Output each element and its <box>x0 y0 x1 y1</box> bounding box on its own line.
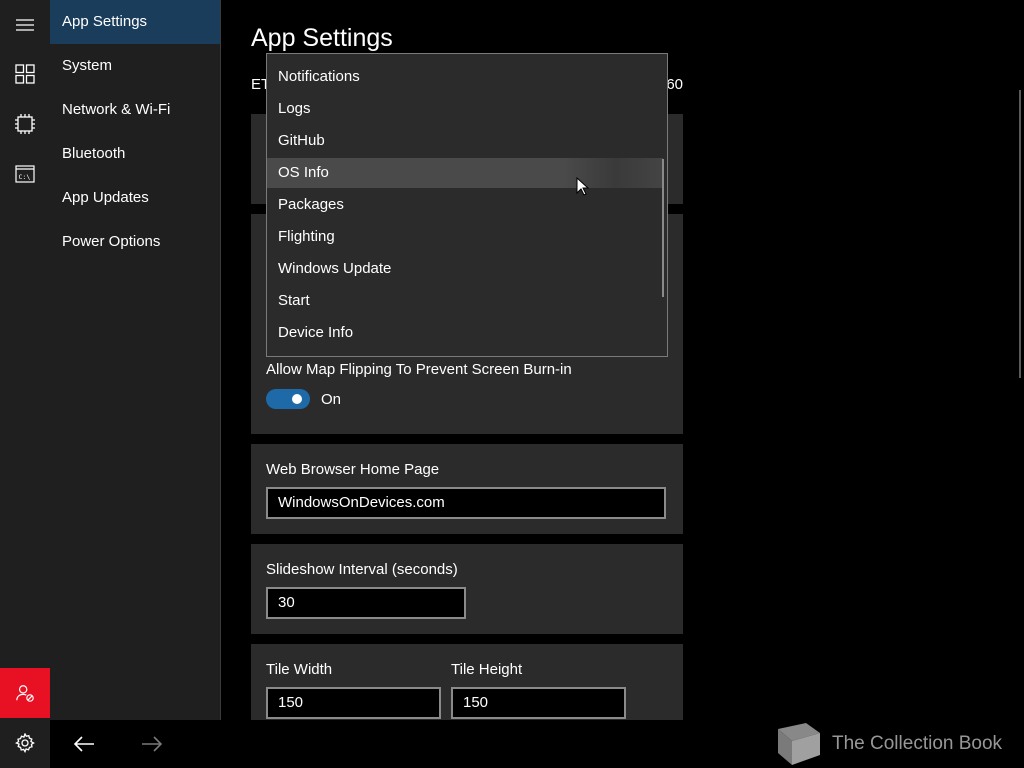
subline-right-text: 60 <box>666 76 683 93</box>
tile-width-label: Tile Width <box>266 661 333 678</box>
dashboard-grid-icon[interactable] <box>0 52 50 96</box>
dropdown-option-flighting[interactable]: Flighting <box>267 222 663 252</box>
mouse-cursor-icon <box>576 177 590 196</box>
home-page-label: Web Browser Home Page <box>266 461 440 478</box>
home-page-card: Web Browser Home Page WindowsOnDevices.c… <box>251 444 683 534</box>
toggle-knob <box>292 394 302 404</box>
tile-height-input[interactable]: 150 <box>451 687 626 719</box>
arrow-left-icon <box>73 736 94 752</box>
map-flip-label: Allow Map Flipping To Prevent Screen Bur… <box>266 361 572 378</box>
dropdown-option-start[interactable]: Start <box>267 286 663 316</box>
home-page-input[interactable]: WindowsOnDevices.com <box>266 487 666 519</box>
tile-size-card: Tile Width 150 Tile Height 150 <box>251 644 683 720</box>
dropdown-option-github[interactable]: GitHub <box>267 126 663 156</box>
nav-item-network-wifi[interactable]: Network & Wi-Fi <box>50 88 220 132</box>
forward-button[interactable] <box>136 730 168 758</box>
nav-item-system[interactable]: System <box>50 44 220 88</box>
main-scrollbar[interactable] <box>1019 90 1021 378</box>
dropdown-option-packages[interactable]: Packages <box>267 190 663 220</box>
watermark: The Collection Book <box>770 720 1002 768</box>
tile-width-input[interactable]: 150 <box>266 687 441 719</box>
hamburger-menu-icon[interactable] <box>0 3 50 47</box>
dropdown-option-os-info[interactable]: OS Info <box>267 158 663 188</box>
nav-item-bluetooth[interactable]: Bluetooth <box>50 132 220 176</box>
page-dropdown-list[interactable]: Notifications Logs GitHub OS Info Packag… <box>266 53 668 357</box>
book-logo-icon <box>778 723 820 765</box>
gear-icon[interactable] <box>0 718 50 768</box>
dropdown-scrollbar[interactable] <box>662 159 664 297</box>
bottom-bar: The Collection Book <box>50 720 1024 768</box>
command-prompt-icon[interactable]: C:\ <box>0 152 50 196</box>
chip-icon[interactable] <box>0 102 50 146</box>
slideshow-card: Slideshow Interval (seconds) 30 <box>251 544 683 634</box>
page-title: App Settings <box>251 24 393 52</box>
dropdown-option-notifications[interactable]: Notifications <box>267 62 663 92</box>
nav-item-power-options[interactable]: Power Options <box>50 220 220 264</box>
arrow-right-icon <box>142 736 163 752</box>
map-flip-state: On <box>321 391 342 408</box>
user-block-icon[interactable] <box>0 668 50 718</box>
svg-text:C:\: C:\ <box>19 173 31 181</box>
slideshow-label: Slideshow Interval (seconds) <box>266 561 458 578</box>
map-flip-toggle[interactable] <box>266 389 310 409</box>
watermark-text: The Collection Book <box>832 733 1003 754</box>
dropdown-option-device-info[interactable]: Device Info <box>267 318 663 348</box>
back-button[interactable] <box>68 730 100 758</box>
tile-height-label: Tile Height <box>451 661 523 678</box>
dropdown-option-windows-update[interactable]: Windows Update <box>267 254 663 284</box>
icon-rail: C:\ <box>0 0 50 768</box>
nav-item-app-updates[interactable]: App Updates <box>50 176 220 220</box>
nav-item-app-settings[interactable]: App Settings <box>50 0 220 44</box>
dropdown-option-logs[interactable]: Logs <box>267 94 663 124</box>
slideshow-input[interactable]: 30 <box>266 587 466 619</box>
nav-pane: App Settings System Network & Wi-Fi Blue… <box>50 0 220 720</box>
